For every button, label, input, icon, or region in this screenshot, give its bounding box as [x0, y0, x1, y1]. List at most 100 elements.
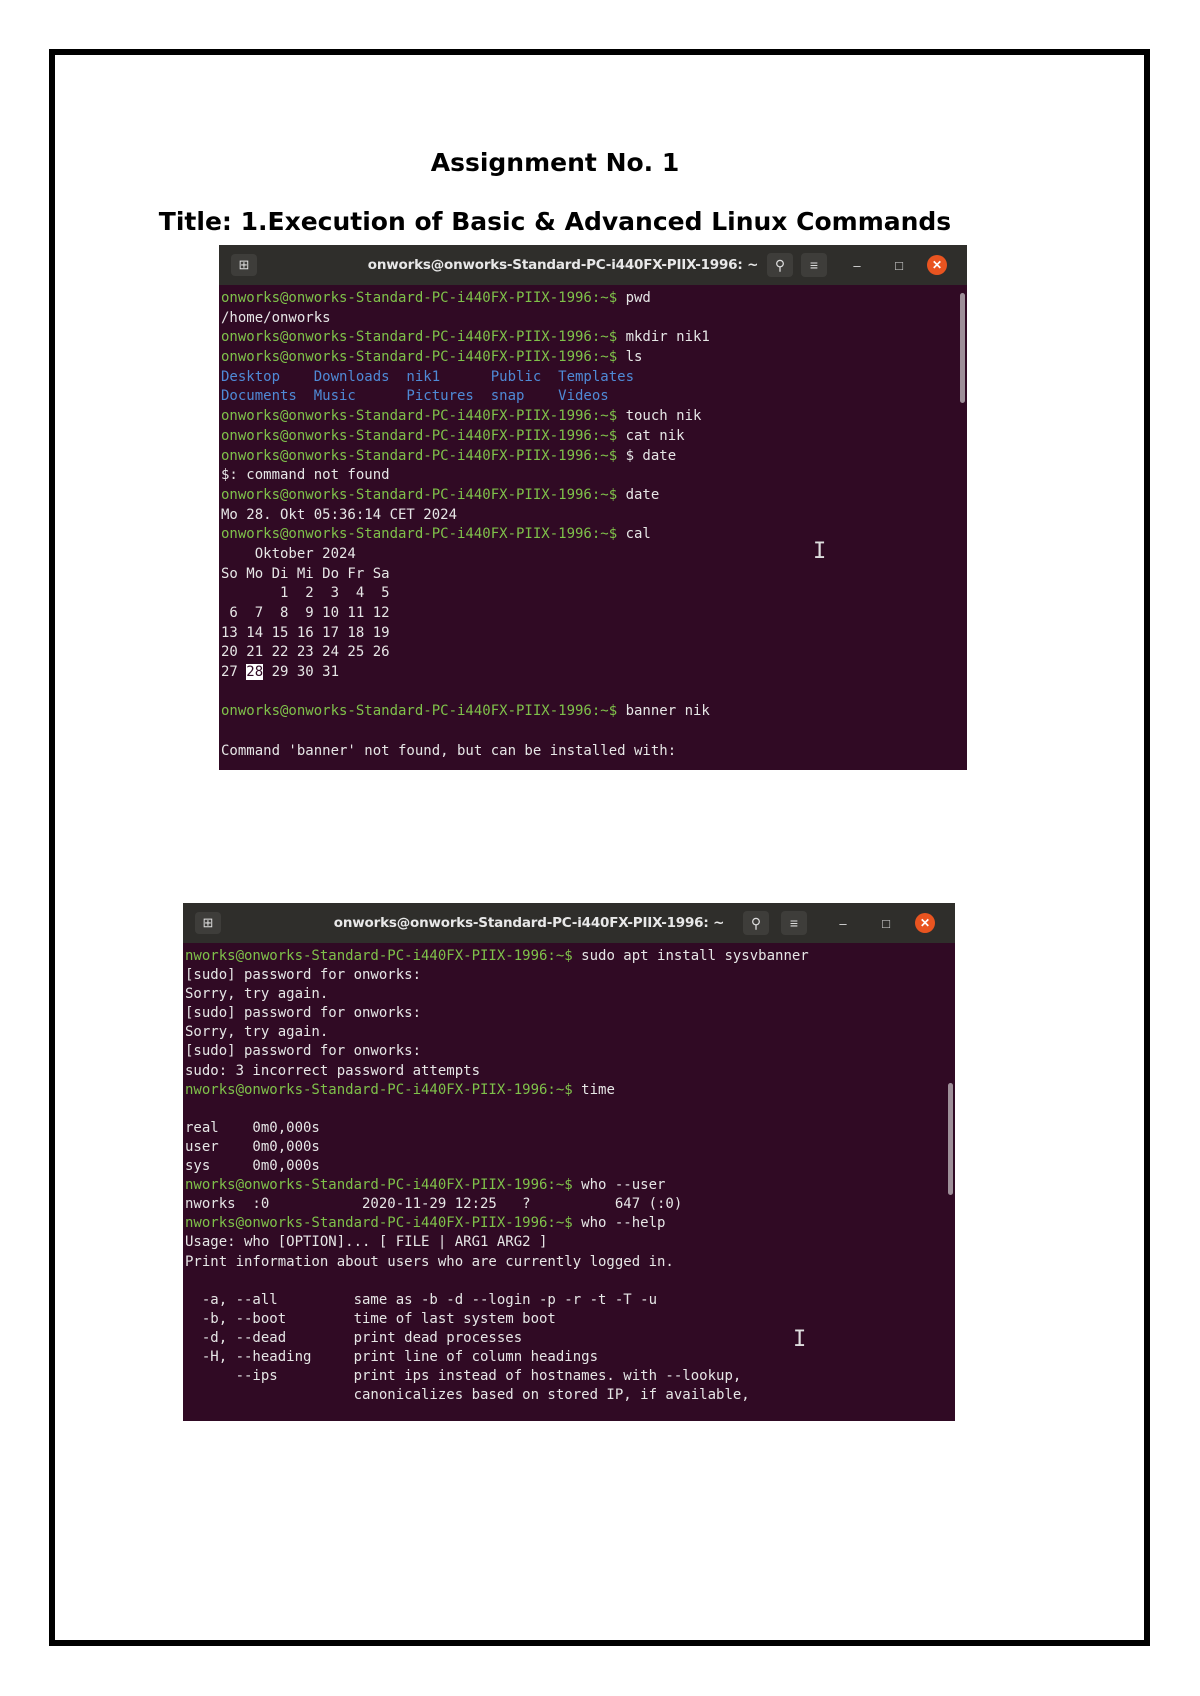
terminal-line: onworks@onworks-Standard-PC-i440FX-PIIX-…: [221, 525, 967, 545]
terminal-text: -b, --boot time of last system boot: [185, 1310, 556, 1327]
terminal-line: nworks@onworks-Standard-PC-i440FX-PIIX-1…: [185, 1081, 955, 1100]
terminal-text: cat nik: [625, 427, 685, 444]
terminal-text: touch nik: [625, 408, 702, 425]
terminal-line: onworks@onworks-Standard-PC-i440FX-PIIX-…: [221, 289, 967, 309]
shell-prompt: onworks@onworks-Standard-PC-i440FX-PIIX-…: [221, 427, 626, 444]
terminal-text: 13 14 15 16 17 18 19: [221, 624, 390, 641]
terminal-line: nworks :0 2020-11-29 12:25 ? 647 (:0): [185, 1195, 955, 1214]
terminal-line: 20 21 22 23 24 25 26: [221, 643, 967, 663]
terminal-line: /home/onworks: [221, 309, 967, 329]
terminal-line: Mo 28. Okt 05:36:14 CET 2024: [221, 506, 967, 526]
terminal-line: [185, 1272, 955, 1291]
minimize-icon[interactable]: –: [833, 913, 853, 933]
terminal-line: nworks@onworks-Standard-PC-i440FX-PIIX-1…: [185, 1214, 955, 1233]
shell-prompt: onworks@onworks-Standard-PC-i440FX-PIIX-…: [221, 290, 626, 306]
terminal-line: Usage: who [OPTION]... [ FILE | ARG1 ARG…: [185, 1233, 955, 1252]
close-icon[interactable]: ✕: [927, 255, 947, 275]
terminal-line: canonicalizes based on stored IP, if ava…: [185, 1386, 955, 1405]
terminal-text: banner nik: [625, 703, 710, 720]
shell-prompt: onworks@onworks-Standard-PC-i440FX-PIIX-…: [221, 447, 626, 464]
terminal-text: $: command not found: [221, 467, 390, 484]
terminal-line: --ips print ips instead of hostnames. wi…: [185, 1367, 955, 1386]
terminal-text: Print information about users who are cu…: [185, 1253, 674, 1270]
assignment-title: Title: 1.Execution of Basic & Advanced L…: [158, 207, 952, 236]
terminal-line: user 0m0,000s: [185, 1138, 955, 1157]
terminal-text: -a, --all same as -b -d --login -p -r -t…: [185, 1291, 658, 1308]
terminal-line: Oktober 2024: [221, 545, 967, 565]
terminal-text: real 0m0,000s: [185, 1119, 320, 1136]
terminal-text: ls: [625, 349, 643, 366]
shell-prompt: onworks@onworks-Standard-PC-i440FX-PIIX-…: [221, 329, 626, 346]
terminal-text: sudo apt install sysvbanner: [581, 948, 809, 964]
terminal-line: $: command not found: [221, 466, 967, 486]
terminal-text: Desktop Downloads nik1 Public Templates: [221, 368, 635, 385]
terminal-titlebar: ⊞ onworks@onworks-Standard-PC-i440FX-PII…: [219, 245, 967, 285]
terminal-text: user 0m0,000s: [185, 1138, 320, 1155]
terminal-line: 1 2 3 4 5: [221, 584, 967, 604]
terminal-line: onworks@onworks-Standard-PC-i440FX-PIIX-…: [221, 702, 967, 722]
text-cursor-icon: I: [813, 539, 827, 564]
terminal-text: 20 21 22 23 24 25 26: [221, 644, 390, 661]
assignment-heading: Assignment No. 1: [430, 148, 680, 177]
hamburger-menu-icon[interactable]: ≡: [801, 253, 827, 277]
terminal-text: sudo: 3 incorrect password attempts: [185, 1062, 481, 1079]
terminal-text: who --help: [581, 1215, 666, 1232]
terminal-line: 6 7 8 9 10 11 12: [221, 604, 967, 624]
terminal-line: nworks@onworks-Standard-PC-i440FX-PIIX-1…: [185, 947, 955, 966]
terminal-text: Sorry, try again.: [185, 986, 329, 1003]
maximize-icon[interactable]: □: [876, 913, 896, 933]
terminal-text: date: [625, 486, 660, 503]
minimize-icon[interactable]: –: [847, 255, 867, 275]
terminal-line: [sudo] password for onworks:: [185, 966, 955, 985]
close-icon[interactable]: ✕: [915, 913, 935, 933]
text-cursor-icon: I: [793, 1327, 807, 1352]
terminal-line: [185, 1100, 955, 1119]
terminal-titlebar: ⊞ onworks@onworks-Standard-PC-i440FX-PII…: [183, 903, 955, 943]
terminal-text: $ date: [625, 447, 677, 464]
scrollbar[interactable]: [960, 293, 965, 403]
terminal-line: -a, --all same as -b -d --login -p -r -t…: [185, 1291, 955, 1310]
terminal-output[interactable]: nworks@onworks-Standard-PC-i440FX-PIIX-1…: [183, 943, 955, 1405]
current-day-highlight: 28: [246, 664, 264, 681]
terminal-text: mkdir nik1: [625, 329, 710, 346]
terminal-text: 6 7 8 9 10 11 12: [221, 605, 390, 621]
terminal-line: onworks@onworks-Standard-PC-i440FX-PIIX-…: [221, 447, 967, 467]
terminal-line: So Mo Di Mi Do Fr Sa: [221, 565, 967, 585]
terminal-line: onworks@onworks-Standard-PC-i440FX-PIIX-…: [221, 328, 967, 348]
terminal-text: 1 2 3 4 5: [221, 585, 390, 602]
shell-prompt: nworks@onworks-Standard-PC-i440FX-PIIX-1…: [185, 1215, 582, 1232]
terminal-text: Sorry, try again.: [185, 1024, 329, 1041]
terminal-line: nworks@onworks-Standard-PC-i440FX-PIIX-1…: [185, 1176, 955, 1195]
terminal-text: sys 0m0,000s: [185, 1158, 320, 1175]
terminal-text: pwd: [625, 290, 651, 306]
terminal-text: Documents Music Pictures snap Videos: [221, 388, 609, 405]
terminal-line: [221, 683, 967, 703]
terminal-text: cal: [625, 526, 651, 543]
scrollbar[interactable]: [948, 1083, 953, 1195]
shell-prompt: nworks@onworks-Standard-PC-i440FX-PIIX-1…: [185, 948, 582, 964]
terminal-line: sudo: 3 incorrect password attempts: [185, 1062, 955, 1081]
search-icon[interactable]: ⚲: [767, 253, 793, 277]
terminal-text: canonicalizes based on stored IP, if ava…: [185, 1387, 750, 1404]
terminal-line: onworks@onworks-Standard-PC-i440FX-PIIX-…: [221, 427, 967, 447]
search-icon[interactable]: ⚲: [743, 911, 769, 935]
maximize-icon[interactable]: □: [889, 255, 909, 275]
terminal-text: -H, --heading print line of column headi…: [185, 1348, 599, 1365]
terminal-text: [sudo] password for onworks:: [185, 1043, 422, 1060]
shell-prompt: onworks@onworks-Standard-PC-i440FX-PIIX-…: [221, 703, 626, 720]
terminal-line: real 0m0,000s: [185, 1119, 955, 1138]
terminal-line: Documents Music Pictures snap Videos: [221, 387, 967, 407]
shell-prompt: onworks@onworks-Standard-PC-i440FX-PIIX-…: [221, 526, 626, 543]
terminal-output[interactable]: onworks@onworks-Standard-PC-i440FX-PIIX-…: [219, 285, 967, 762]
terminal-text: -d, --dead print dead processes: [185, 1329, 523, 1346]
terminal-line: [sudo] password for onworks:: [185, 1004, 955, 1023]
terminal-line: Command 'banner' not found, but can be i…: [221, 742, 967, 762]
terminal-text: [sudo] password for onworks:: [185, 1005, 422, 1022]
shell-prompt: onworks@onworks-Standard-PC-i440FX-PIIX-…: [221, 349, 626, 366]
hamburger-menu-icon[interactable]: ≡: [781, 911, 807, 935]
terminal-screenshot-2: ⊞ onworks@onworks-Standard-PC-i440FX-PII…: [183, 903, 955, 1421]
terminal-line: onworks@onworks-Standard-PC-i440FX-PIIX-…: [221, 348, 967, 368]
shell-prompt: onworks@onworks-Standard-PC-i440FX-PIIX-…: [221, 486, 626, 503]
shell-prompt: nworks@onworks-Standard-PC-i440FX-PIIX-1…: [185, 1177, 582, 1194]
